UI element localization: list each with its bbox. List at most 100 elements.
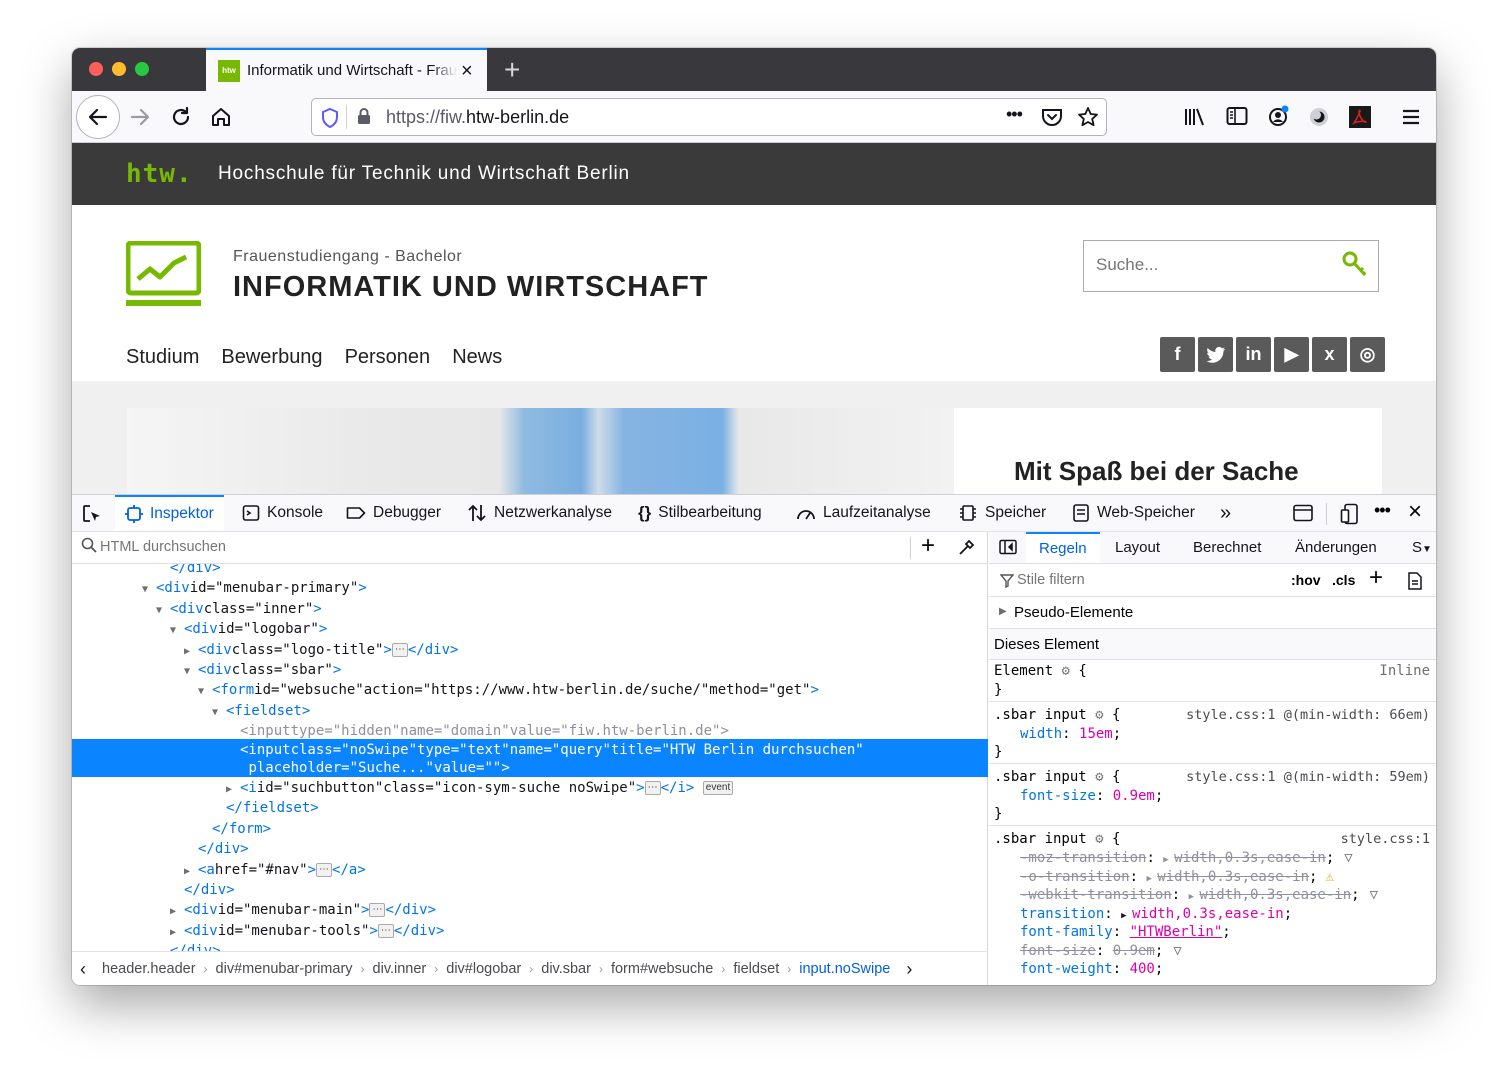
css-property[interactable]: -moz-transition bbox=[1020, 850, 1146, 866]
markup-node[interactable]: </div> bbox=[156, 941, 221, 951]
rule-source-link[interactable]: style.css:1 @(min-width: 59em) bbox=[1186, 769, 1430, 785]
markup-node[interactable]: ▶ <divclass="logo-title"> ⋯ </div> bbox=[184, 640, 458, 660]
css-declaration[interactable]: -moz-transition: ▶ width,0.3s,ease-in; ▽ bbox=[1020, 850, 1353, 866]
bookmark-star-icon[interactable] bbox=[1077, 106, 1099, 128]
devtools-menu-icon[interactable]: ••• bbox=[1374, 500, 1391, 521]
site-title[interactable]: INFORMATIK UND WIRTSCHAFT bbox=[233, 271, 709, 304]
css-declaration[interactable]: font-family: "HTWBerlin"; bbox=[1020, 924, 1231, 940]
css-declaration[interactable]: -webkit-transition: ▶ width,0.3s,ease-in… bbox=[1020, 887, 1378, 903]
markup-node[interactable]: ▼ <fieldset> bbox=[212, 701, 310, 721]
pocket-icon[interactable] bbox=[1041, 107, 1063, 127]
nav-item-news[interactable]: News bbox=[452, 346, 502, 369]
reload-button[interactable] bbox=[165, 101, 197, 133]
breadcrumb-item[interactable]: div#menubar-primary bbox=[208, 961, 361, 977]
cls-toggle[interactable]: .cls bbox=[1332, 572, 1355, 588]
key-search-icon[interactable] bbox=[1342, 251, 1368, 279]
collapsed-twisty-icon[interactable]: ▶ bbox=[184, 642, 198, 662]
markup-node[interactable]: </div> bbox=[170, 880, 235, 900]
expanded-twisty-icon[interactable]: ▼ bbox=[212, 703, 226, 723]
tab-berechnet[interactable]: Berechnet bbox=[1193, 532, 1261, 563]
collapsed-children-badge[interactable]: ⋯ bbox=[369, 903, 386, 918]
markup-node[interactable]: </form> bbox=[198, 819, 271, 839]
collapsed-twisty-icon[interactable]: ▶ bbox=[226, 780, 240, 800]
breadcrumb-scroll-right-icon[interactable]: › bbox=[898, 959, 920, 980]
back-button[interactable] bbox=[76, 95, 120, 139]
markup-node[interactable]: ▼ <divclass="sbar"> bbox=[184, 660, 341, 680]
css-property[interactable]: font-weight bbox=[1020, 961, 1113, 977]
eyedropper-icon[interactable] bbox=[958, 538, 976, 556]
facebook-icon[interactable]: f bbox=[1160, 337, 1195, 372]
breadcrumb-item[interactable]: div#logobar bbox=[438, 961, 529, 977]
youtube-icon[interactable]: ▶ bbox=[1274, 337, 1309, 372]
markup-node[interactable]: <inputtype="hidden"name="domain"value="f… bbox=[226, 721, 729, 741]
browser-tab[interactable]: htw Informatik und Wirtschaft - Frauenst… bbox=[206, 48, 487, 91]
collapsed-children-badge[interactable]: ⋯ bbox=[644, 781, 661, 795]
css-declaration[interactable]: font-size: 0.9em; ▽ bbox=[1020, 943, 1182, 959]
tab-netzwerkanalyse[interactable]: Netzwerkanalyse bbox=[467, 495, 612, 531]
nav-item-bewerbung[interactable]: Bewerbung bbox=[221, 346, 322, 369]
css-value[interactable]: 0.9em bbox=[1113, 788, 1155, 804]
collapsed-children-badge[interactable]: ⋯ bbox=[316, 862, 333, 877]
breadcrumb-item[interactable]: form#websuche bbox=[603, 961, 721, 977]
url-text[interactable]: https://fiw.htw-berlin.de bbox=[386, 107, 569, 128]
tab-stilbearbeitung[interactable]: {} Stilbearbeitung bbox=[638, 495, 762, 531]
add-node-icon[interactable]: + bbox=[921, 532, 935, 560]
tab-inspektor[interactable]: Inspektor bbox=[115, 495, 224, 531]
window-close-button[interactable] bbox=[89, 62, 103, 76]
more-tabs-chevron-icon[interactable]: » bbox=[1220, 495, 1231, 531]
library-icon[interactable] bbox=[1184, 107, 1206, 127]
responsive-design-icon[interactable] bbox=[1340, 503, 1360, 525]
css-declaration[interactable]: -o-transition: ▶ width,0.3s,ease-in; ⚠ bbox=[1020, 869, 1334, 885]
xing-icon[interactable]: x bbox=[1312, 337, 1347, 372]
markup-node[interactable]: ▶ <divid="menubar-tools"> ⋯ </div> bbox=[170, 921, 444, 941]
css-declaration[interactable]: font-weight: 400; bbox=[1020, 961, 1163, 977]
expand-triangle-icon[interactable]: ▶ bbox=[1121, 911, 1132, 921]
collapsed-twisty-icon[interactable]: ▶ bbox=[170, 923, 184, 943]
window-minimize-button[interactable] bbox=[112, 62, 126, 76]
css-rule-width[interactable]: .sbar input ⚙ { style.css:1 @(min-width:… bbox=[989, 707, 1436, 765]
twitter-icon[interactable] bbox=[1198, 337, 1233, 372]
css-value[interactable]: width,0.3s,ease-in bbox=[1199, 887, 1351, 903]
style-filter-input[interactable] bbox=[1017, 572, 1217, 588]
breadcrumb-item[interactable]: input.noSwipe bbox=[791, 961, 898, 977]
expanded-twisty-icon[interactable]: ▼ bbox=[170, 621, 184, 641]
expand-triangle-icon[interactable]: ▶ bbox=[1146, 874, 1157, 884]
breadcrumb-scroll-left-icon[interactable]: ‹ bbox=[72, 959, 94, 980]
event-badge[interactable]: event bbox=[702, 781, 734, 795]
css-property[interactable]: transition bbox=[1020, 906, 1104, 922]
window-maximize-button[interactable] bbox=[135, 62, 149, 76]
markup-node[interactable]: ▼ <formid="websuche"action="https://www.h… bbox=[198, 680, 819, 700]
tab-laufzeitanalyse[interactable]: Laufzeitanalyse bbox=[796, 495, 931, 531]
add-rule-icon[interactable]: + bbox=[1369, 564, 1383, 592]
expanded-twisty-icon[interactable]: ▼ bbox=[184, 662, 198, 682]
markup-node[interactable]: </fieldset> bbox=[212, 798, 319, 818]
nav-item-personen[interactable]: Personen bbox=[345, 346, 431, 369]
account-icon[interactable] bbox=[1267, 104, 1291, 128]
css-rule-transition[interactable]: .sbar input ⚙ { style.css:1 -moz-transit… bbox=[989, 831, 1436, 985]
collapsed-children-badge[interactable]: ⋯ bbox=[377, 923, 394, 938]
expanded-twisty-icon[interactable]: ▼ bbox=[156, 601, 170, 621]
css-property[interactable]: -o-transition bbox=[1020, 869, 1130, 885]
css-value[interactable]: 400 bbox=[1130, 961, 1155, 977]
rule-source-link[interactable]: style.css:1 bbox=[1341, 831, 1430, 847]
expanded-twisty-icon[interactable]: ▼ bbox=[198, 682, 212, 702]
expand-triangle-icon[interactable]: ▶ bbox=[1189, 892, 1200, 902]
rule-source-link[interactable]: style.css:1 @(min-width: 66em) bbox=[1186, 707, 1430, 723]
tab-web-speicher[interactable]: Web-Speicher bbox=[1072, 495, 1195, 531]
breadcrumb-item[interactable]: fieldset bbox=[725, 961, 787, 977]
css-property[interactable]: font-size bbox=[1020, 788, 1096, 804]
tab-regeln[interactable]: Regeln bbox=[1026, 532, 1100, 563]
print-stylesheet-icon[interactable] bbox=[1407, 572, 1423, 590]
css-value[interactable]: width,0.3s,ease-in bbox=[1157, 869, 1309, 885]
tab-debugger[interactable]: Debugger bbox=[346, 495, 441, 531]
tab-overflow[interactable]: S▼ bbox=[1412, 532, 1432, 563]
filter-icon[interactable]: ▽ bbox=[1173, 943, 1181, 959]
dark-mode-icon[interactable] bbox=[1308, 106, 1330, 128]
css-declaration[interactable]: transition: ▶ width,0.3s,ease-in; bbox=[1020, 906, 1292, 922]
breadcrumb-item[interactable]: header.header bbox=[94, 961, 204, 977]
markup-node[interactable]: </div> bbox=[156, 564, 221, 578]
css-value[interactable]: width,0.3s,ease-in bbox=[1174, 850, 1326, 866]
breadcrumb-item[interactable]: div.sbar bbox=[533, 961, 599, 977]
breadcrumb-item[interactable]: div.inner bbox=[365, 961, 435, 977]
site-search-input[interactable] bbox=[1096, 255, 1326, 275]
